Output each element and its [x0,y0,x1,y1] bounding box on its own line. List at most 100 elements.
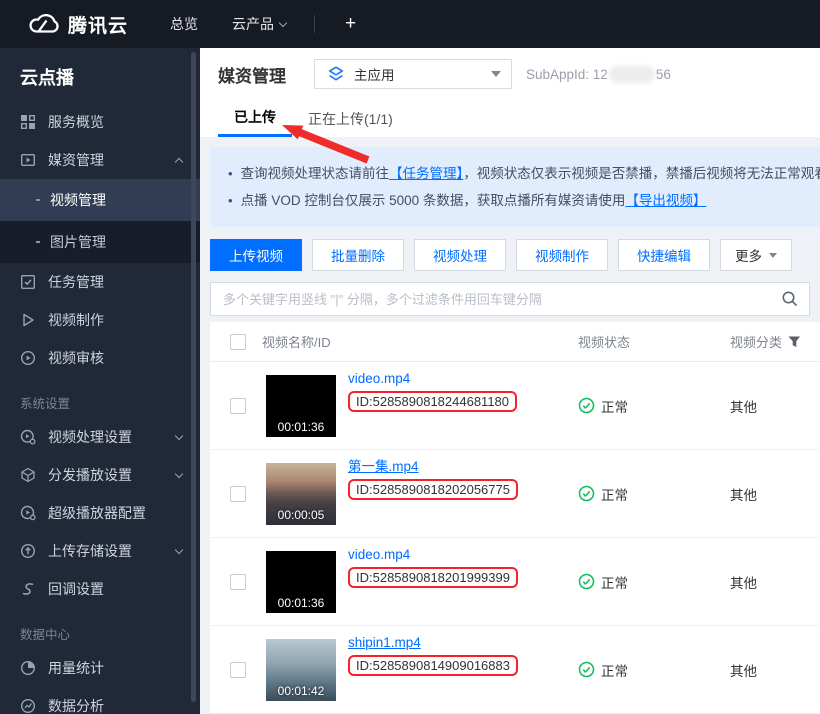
upload-video-button[interactable]: 上传视频 [210,239,302,271]
quick-edit-button[interactable]: 快捷编辑 [618,239,710,271]
bullet-icon: • [228,166,233,181]
notice-line-1: •查询视频处理状态请前往【任务管理】，视频状态仅表示视频是否禁播，禁播后视频将无… [228,160,820,187]
sidebar: 云点播 服务概览 媒资管理 视频管理 图片管理 [0,48,200,714]
column-name: 视频名称/ID [262,332,331,351]
sidebar-item-usage-stats[interactable]: 用量统计 [0,649,200,687]
sidebar-item-media-management[interactable]: 媒资管理 [0,141,200,179]
media-icon [20,152,36,168]
cube-icon [20,467,36,483]
video-id-annotation: ID:5285890818201999399 [348,567,518,588]
tab-bar: 已上传 正在上传(1/1) [200,100,820,137]
video-thumbnail[interactable]: 00:01:36 [266,375,336,437]
process-settings-icon [20,429,36,445]
add-tab-button[interactable]: + [345,13,356,35]
notice-banner: •查询视频处理状态请前往【任务管理】，视频状态仅表示视频是否禁播，禁播后视频将无… [210,147,820,227]
row-checkbox[interactable] [230,486,246,502]
row-checkbox[interactable] [230,662,246,678]
video-process-button[interactable]: 视频处理 [414,239,506,271]
chevron-down-icon [279,18,287,26]
callback-icon [20,581,36,597]
sidebar-item-callback-settings[interactable]: 回调设置 [0,570,200,608]
product-title: 云点播 [0,48,200,96]
notice-line-2: •点播 VOD 控制台仅展示 5000 条数据，获取点播所有媒资请使用【导出视频… [228,187,820,214]
tab-uploaded[interactable]: 已上传 [218,100,292,137]
tab-uploading[interactable]: 正在上传(1/1) [292,100,409,137]
video-id-annotation: ID:5285890818202056775 [348,479,518,500]
sidebar-scrollbar[interactable] [191,52,196,702]
bullet-icon [36,241,40,243]
video-name-link[interactable]: 第一集.mp4 [348,457,419,477]
video-name-link[interactable]: video.mp4 [348,545,410,565]
column-category: 视频分类 [730,332,801,351]
section-label-data-center: 数据中心 [0,608,200,649]
video-duration: 00:00:05 [266,508,336,522]
sidebar-item-task-management[interactable]: 任务管理 [0,263,200,301]
chevron-down-icon [175,469,183,477]
check-circle-icon [578,573,595,590]
subappid-label: SubAppId: 12 56 [526,66,671,83]
grid-icon [20,114,36,130]
video-duration: 00:01:36 [266,596,336,610]
play-triangle-icon [20,312,36,328]
row-checkbox[interactable] [230,398,246,414]
chevron-down-icon [175,431,183,439]
search-box [210,282,810,316]
video-thumbnail[interactable]: 00:01:36 [266,551,336,613]
bullet-icon: • [228,193,233,208]
export-video-link[interactable]: 【导出视频】 [625,193,706,208]
task-icon [20,274,36,290]
video-category: 其他 [730,660,757,680]
upload-icon [20,543,36,559]
video-thumbnail[interactable]: 00:01:42 [266,639,336,701]
video-produce-button[interactable]: 视频制作 [516,239,608,271]
sidebar-item-service-overview[interactable]: 服务概览 [0,103,200,141]
tencent-cloud-logo[interactable]: 腾讯云 [26,11,128,38]
more-button[interactable]: 更多 [720,239,792,271]
row-checkbox[interactable] [230,574,246,590]
media-submenu: 视频管理 图片管理 [0,179,200,263]
search-input[interactable] [210,282,810,316]
check-circle-icon [578,661,595,678]
topnav-products[interactable]: 云产品 [232,14,286,34]
video-category: 其他 [730,396,757,416]
brand-name: 腾讯云 [68,11,128,38]
video-duration: 00:01:42 [266,684,336,698]
video-category: 其他 [730,572,757,592]
sidebar-item-video-process-settings[interactable]: 视频处理设置 [0,418,200,456]
check-circle-icon [578,485,595,502]
filter-icon[interactable] [788,336,801,348]
topnav-overview[interactable]: 总览 [170,14,198,34]
cloud-logo-icon [26,12,60,36]
page-title: 媒资管理 [218,62,286,87]
sidebar-item-distribute-play-settings[interactable]: 分发播放设置 [0,456,200,494]
chevron-down-icon [175,545,183,553]
check-circle-icon [578,397,595,414]
sidebar-item-superplayer-config[interactable]: 超级播放器配置 [0,494,200,532]
video-name-link[interactable]: video.mp4 [348,369,410,389]
data-analysis-icon [20,698,36,714]
status-badge: 正常 [578,484,628,504]
search-icon[interactable] [781,290,799,308]
review-icon [20,350,36,366]
app-selector-dropdown[interactable]: 主应用 [314,59,512,89]
video-id-annotation: ID:5285890814909016883 [348,655,518,676]
media-table: 视频名称/ID 视频状态 视频分类 00:01:36 video.mp4 ID:… [210,322,820,714]
sidebar-item-video-management[interactable]: 视频管理 [0,179,200,221]
sidebar-item-video-produce[interactable]: 视频制作 [0,301,200,339]
table-row: 00:00:05 第一集.mp4 ID:5285890818202056775 … [210,450,820,538]
video-name-link[interactable]: shipin1.mp4 [348,633,421,653]
top-navigation-bar: 腾讯云 总览 云产品 + [0,0,820,48]
task-management-link[interactable]: 【任务管理】 [389,166,463,181]
video-thumbnail[interactable]: 00:00:05 [266,463,336,525]
table-header: 视频名称/ID 视频状态 视频分类 [210,322,820,362]
sidebar-item-image-management[interactable]: 图片管理 [0,221,200,263]
page-header: 媒资管理 主应用 SubAppId: 12 56 [200,48,820,100]
sidebar-item-video-review[interactable]: 视频审核 [0,339,200,377]
select-all-checkbox[interactable] [230,334,246,350]
section-label-system-settings: 系统设置 [0,377,200,418]
app-selector-value: 主应用 [354,64,395,84]
sidebar-item-data-analysis[interactable]: 数据分析 [0,687,200,714]
chevron-up-icon [175,157,183,165]
sidebar-item-upload-storage-settings[interactable]: 上传存储设置 [0,532,200,570]
batch-delete-button[interactable]: 批量删除 [312,239,404,271]
